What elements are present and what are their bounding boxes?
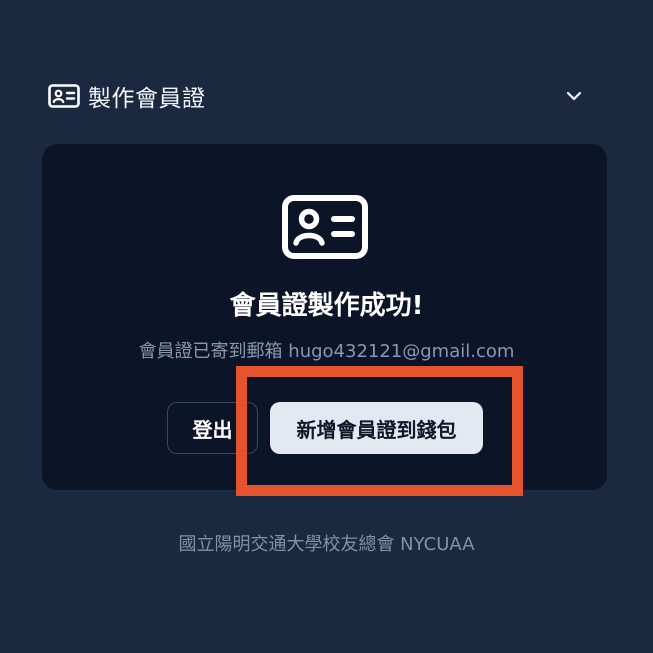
page: 製作會員證 會員證製作成功! 會員證已寄到郵箱 hugo432121@gmail… [0, 0, 653, 653]
success-title: 會員證製作成功! [229, 291, 424, 321]
section-title: 製作會員證 [88, 86, 206, 112]
id-card-icon [48, 84, 80, 108]
chevron-down-icon[interactable] [560, 82, 588, 110]
section-header[interactable]: 製作會員證 [48, 78, 598, 114]
add-to-wallet-button[interactable]: 新增會員證到錢包 [270, 402, 483, 454]
footer-text: 國立陽明交通大學校友總會 NYCUAA [178, 534, 475, 555]
email-sent-message: 會員證已寄到郵箱 hugo432121@gmail.com [138, 341, 515, 362]
id-card-icon [281, 194, 369, 260]
logout-button[interactable]: 登出 [167, 402, 258, 454]
